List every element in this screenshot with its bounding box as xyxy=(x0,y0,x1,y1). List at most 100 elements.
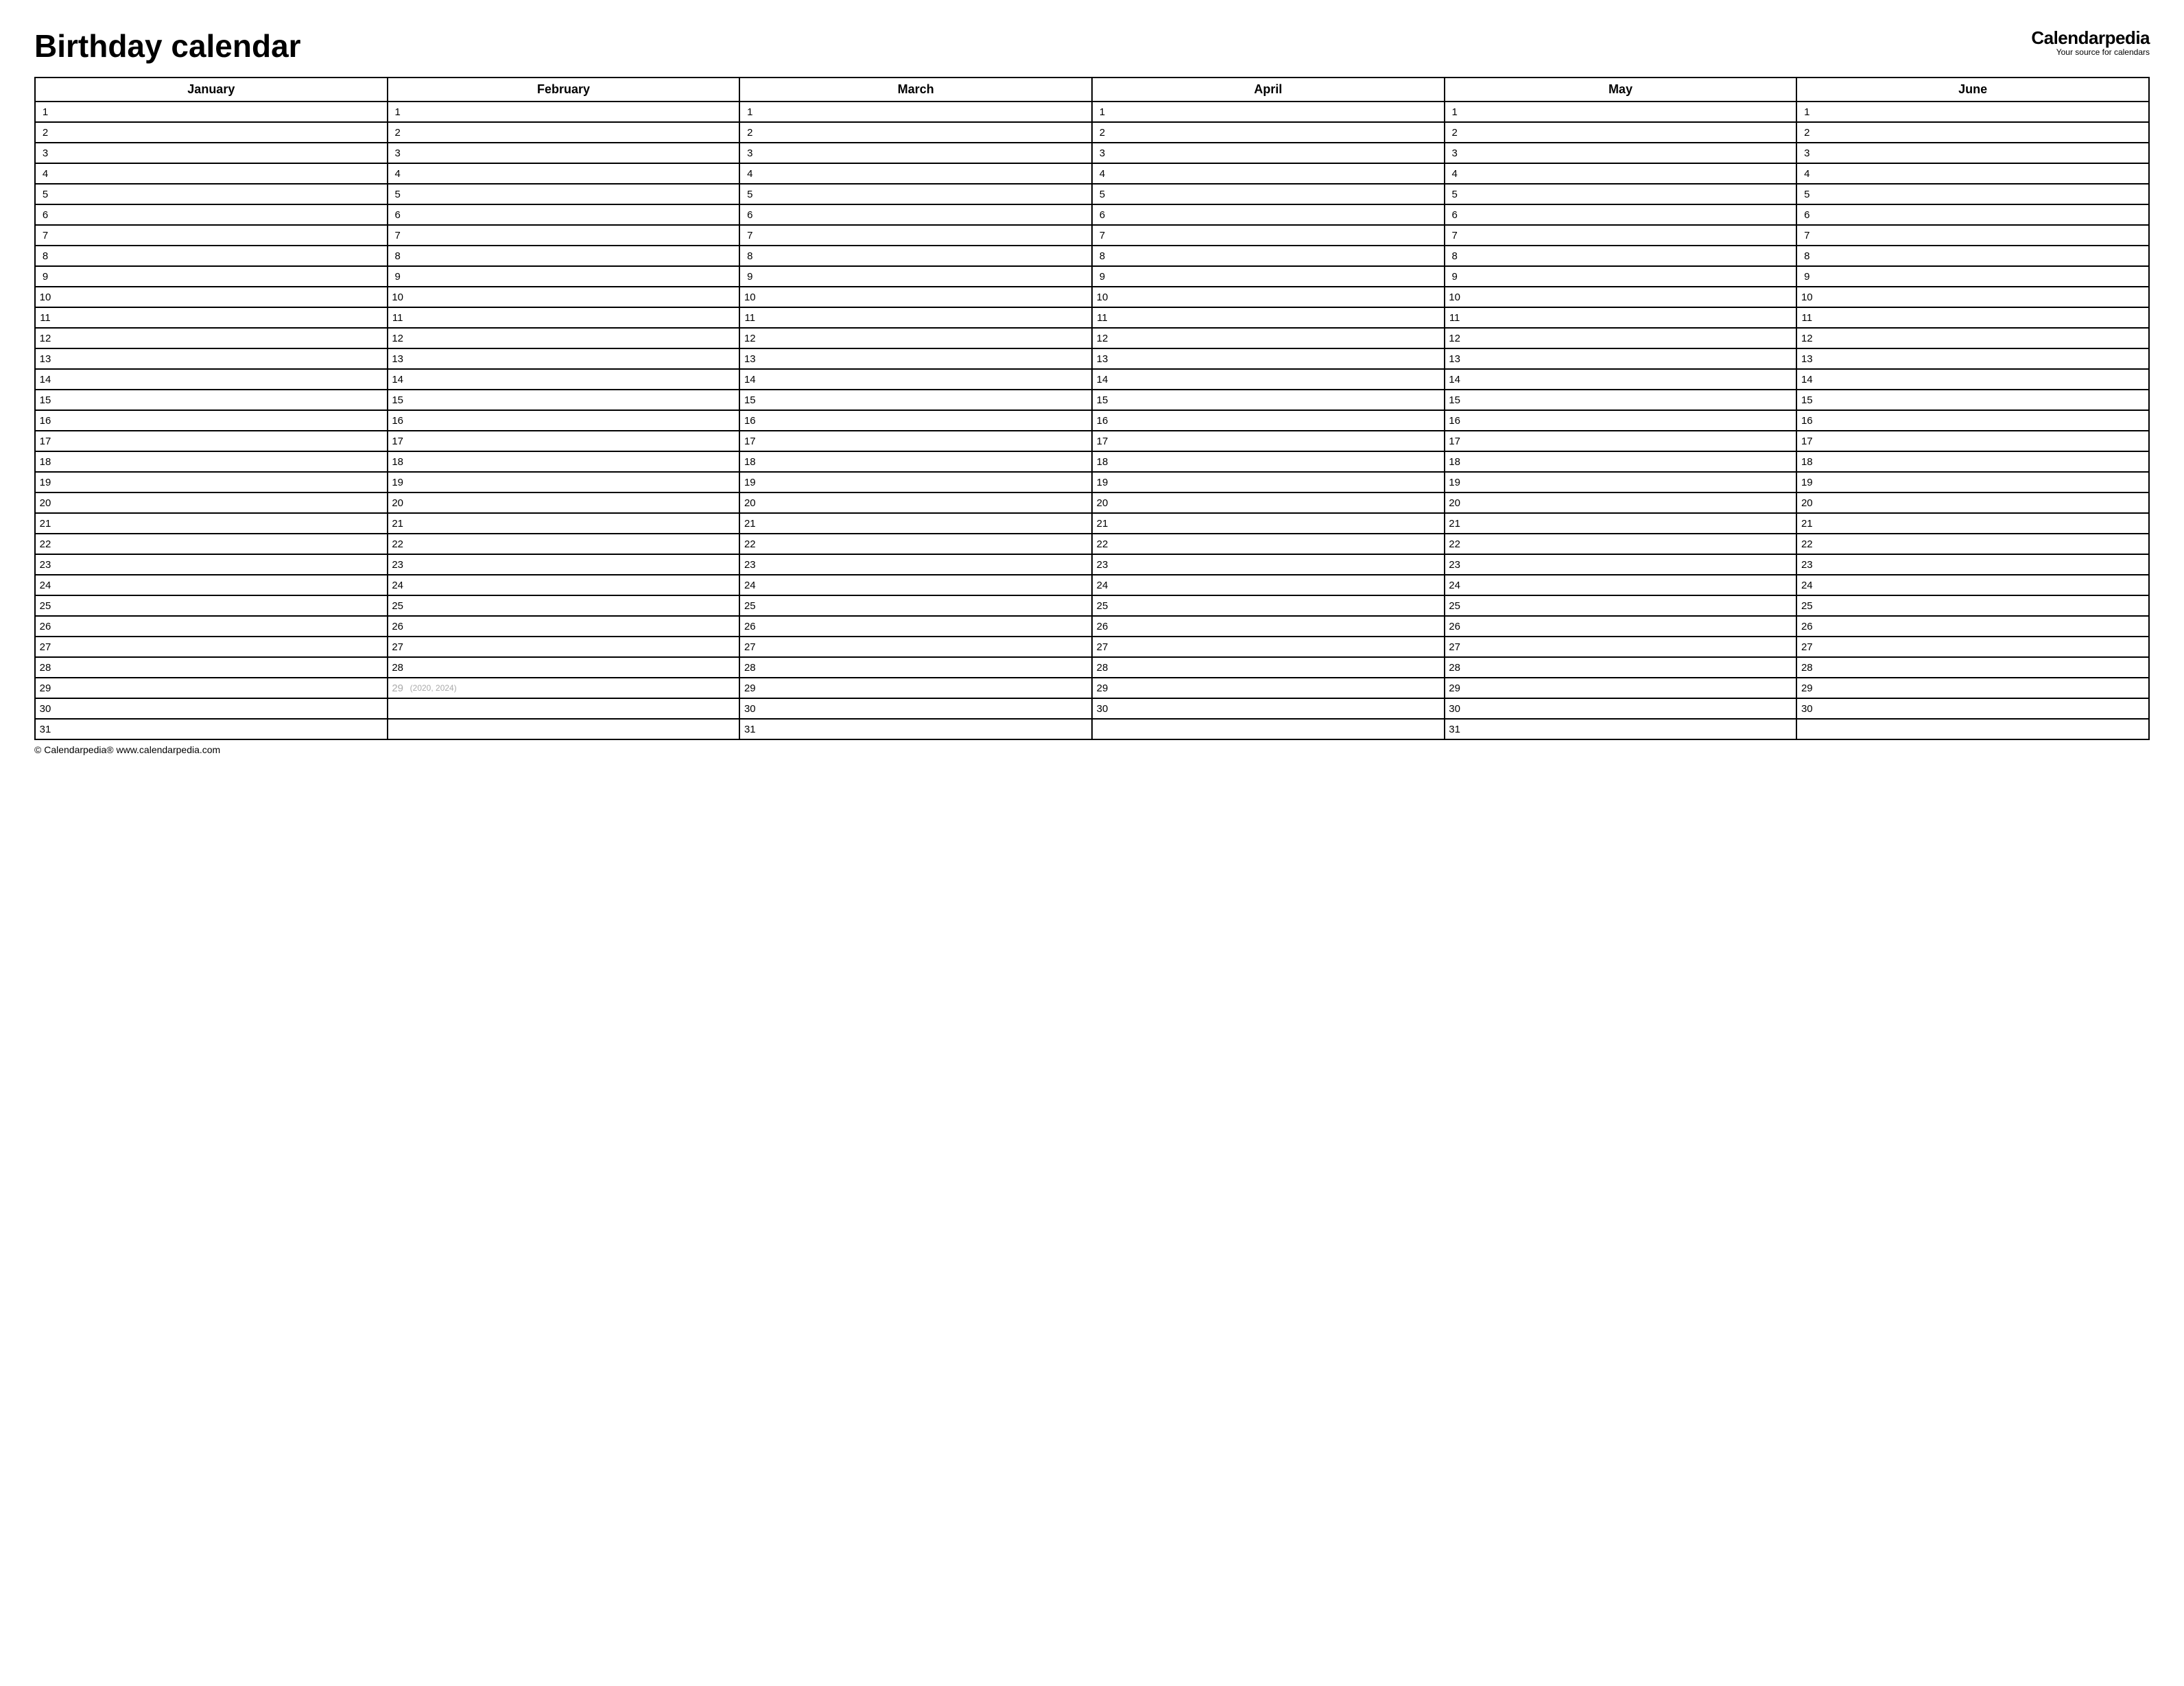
day-cell[interactable]: 30 xyxy=(1445,698,1797,719)
entry-slot[interactable] xyxy=(407,431,739,451)
day-cell[interactable]: 2 xyxy=(1445,122,1797,143)
day-cell[interactable]: 4 xyxy=(1445,163,1797,184)
day-cell[interactable]: 11 xyxy=(35,307,388,328)
entry-slot[interactable] xyxy=(1112,185,1444,204)
day-cell[interactable]: 3 xyxy=(1092,143,1445,163)
day-cell[interactable]: 7 xyxy=(1796,225,2149,246)
day-cell[interactable]: 13 xyxy=(739,348,1092,369)
entry-slot[interactable] xyxy=(55,246,387,265)
entry-slot[interactable] xyxy=(407,370,739,389)
day-cell[interactable]: 20 xyxy=(388,492,740,513)
entry-slot[interactable] xyxy=(1816,164,2148,183)
entry-slot[interactable] xyxy=(759,658,1091,677)
day-cell[interactable]: 3 xyxy=(35,143,388,163)
day-cell[interactable]: 20 xyxy=(1445,492,1797,513)
day-cell[interactable]: 17 xyxy=(388,431,740,451)
entry-slot[interactable] xyxy=(1112,205,1444,224)
entry-slot[interactable] xyxy=(1464,164,1796,183)
entry-slot[interactable] xyxy=(1112,349,1444,368)
entry-slot[interactable] xyxy=(1112,534,1444,554)
entry-slot[interactable] xyxy=(55,185,387,204)
entry-slot[interactable] xyxy=(407,329,739,348)
entry-slot[interactable] xyxy=(407,596,739,615)
entry-slot[interactable] xyxy=(759,102,1091,121)
entry-slot[interactable] xyxy=(759,617,1091,636)
entry-slot[interactable] xyxy=(407,617,739,636)
entry-slot[interactable] xyxy=(1816,617,2148,636)
entry-slot[interactable] xyxy=(55,493,387,512)
day-cell[interactable]: 29 xyxy=(35,678,388,698)
day-cell[interactable]: 26 xyxy=(388,616,740,637)
day-cell[interactable]: 14 xyxy=(35,369,388,390)
day-cell[interactable]: 1 xyxy=(1796,102,2149,122)
day-cell[interactable]: 3 xyxy=(388,143,740,163)
entry-slot[interactable] xyxy=(407,287,739,307)
entry-slot[interactable] xyxy=(55,267,387,286)
entry-slot[interactable] xyxy=(55,720,387,739)
entry-slot[interactable] xyxy=(1816,287,2148,307)
day-cell[interactable]: 25 xyxy=(1445,595,1797,616)
entry-slot[interactable] xyxy=(759,205,1091,224)
entry-slot[interactable] xyxy=(407,164,739,183)
entry-slot[interactable] xyxy=(759,514,1091,533)
entry-slot[interactable] xyxy=(55,596,387,615)
entry-slot[interactable] xyxy=(1464,411,1796,430)
entry-slot[interactable] xyxy=(407,267,739,286)
day-cell[interactable]: 8 xyxy=(739,246,1092,266)
day-cell[interactable]: 29 xyxy=(1445,678,1797,698)
entry-slot[interactable] xyxy=(1464,205,1796,224)
day-cell[interactable]: 10 xyxy=(1092,287,1445,307)
entry-slot[interactable] xyxy=(1464,678,1796,698)
entry-slot[interactable] xyxy=(1464,617,1796,636)
entry-slot[interactable] xyxy=(1112,246,1444,265)
entry-slot[interactable] xyxy=(1816,390,2148,409)
day-cell[interactable]: 29 xyxy=(1092,678,1445,698)
entry-slot[interactable] xyxy=(1112,555,1444,574)
day-cell[interactable]: 9 xyxy=(1092,266,1445,287)
day-cell[interactable]: 29(2020, 2024) xyxy=(388,678,740,698)
entry-slot[interactable] xyxy=(1816,431,2148,451)
day-cell[interactable]: 7 xyxy=(739,225,1092,246)
day-cell[interactable]: 5 xyxy=(35,184,388,204)
day-cell[interactable]: 15 xyxy=(388,390,740,410)
day-cell[interactable]: 27 xyxy=(388,637,740,657)
entry-slot[interactable] xyxy=(407,637,739,656)
entry-slot[interactable] xyxy=(1464,575,1796,595)
entry-slot[interactable] xyxy=(1816,246,2148,265)
day-cell[interactable]: 13 xyxy=(1092,348,1445,369)
day-cell[interactable]: 31 xyxy=(1445,719,1797,739)
entry-slot[interactable] xyxy=(759,411,1091,430)
day-cell[interactable]: 25 xyxy=(388,595,740,616)
day-cell[interactable]: 26 xyxy=(1092,616,1445,637)
entry-slot[interactable] xyxy=(759,287,1091,307)
day-cell[interactable]: 27 xyxy=(1445,637,1797,657)
day-cell[interactable]: 4 xyxy=(1796,163,2149,184)
day-cell[interactable]: 24 xyxy=(1796,575,2149,595)
day-cell[interactable]: 3 xyxy=(1796,143,2149,163)
day-cell[interactable]: 1 xyxy=(1092,102,1445,122)
entry-slot[interactable] xyxy=(1464,185,1796,204)
day-cell[interactable]: 11 xyxy=(1796,307,2149,328)
day-cell[interactable]: 16 xyxy=(1445,410,1797,431)
day-cell[interactable]: 18 xyxy=(1796,451,2149,472)
day-cell[interactable]: 27 xyxy=(1092,637,1445,657)
entry-slot[interactable] xyxy=(1112,370,1444,389)
day-cell[interactable]: 5 xyxy=(1445,184,1797,204)
entry-slot[interactable] xyxy=(1112,699,1444,718)
entry-slot[interactable] xyxy=(1816,637,2148,656)
day-cell[interactable]: 23 xyxy=(1445,554,1797,575)
day-cell[interactable]: 20 xyxy=(1796,492,2149,513)
entry-slot[interactable] xyxy=(1464,493,1796,512)
day-cell[interactable]: 6 xyxy=(1796,204,2149,225)
entry-slot[interactable] xyxy=(1464,102,1796,121)
entry-slot[interactable] xyxy=(759,596,1091,615)
day-cell[interactable]: 18 xyxy=(1445,451,1797,472)
day-cell[interactable]: 14 xyxy=(1445,369,1797,390)
entry-slot[interactable] xyxy=(759,473,1091,492)
day-cell[interactable]: 24 xyxy=(1092,575,1445,595)
entry-slot[interactable] xyxy=(759,493,1091,512)
day-cell[interactable]: 15 xyxy=(1796,390,2149,410)
entry-slot[interactable] xyxy=(759,575,1091,595)
entry-slot[interactable] xyxy=(1464,658,1796,677)
entry-slot[interactable] xyxy=(407,390,739,409)
